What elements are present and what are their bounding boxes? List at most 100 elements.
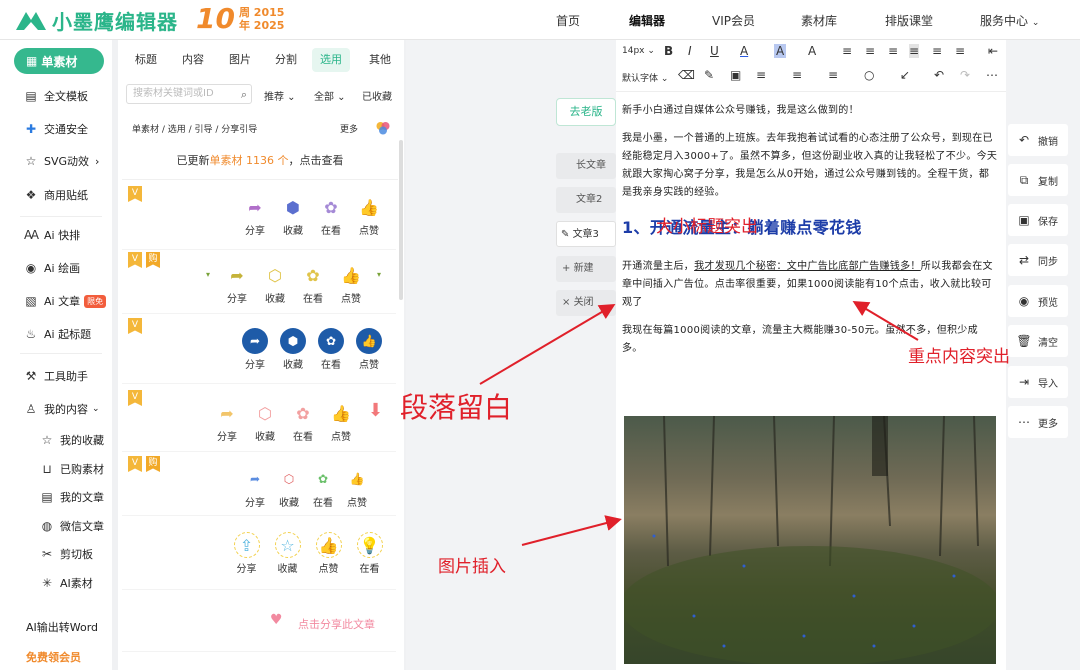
material-card[interactable]: V ➦ 分享 ⬢ 收藏 ✿ 在看 👍 点赞 <box>122 318 396 384</box>
divider-icon[interactable]: ≡ <box>756 68 766 82</box>
sidebar-item-ai-word[interactable]: AI输出转Word <box>26 619 98 635</box>
search-icon[interactable]: ⌕ <box>241 86 247 104</box>
share-button-group: ⇪ 分享 ☆ 收藏 👍 点赞 💡 在看 <box>226 532 390 575</box>
more-link[interactable]: 更多 <box>340 122 358 135</box>
sidebar-item-my-content[interactable]: ♙ 我的内容 ⌄ <box>24 401 100 417</box>
forest-photo[interactable] <box>620 415 1000 666</box>
material-card[interactable]: V ➦ 分享 ⬡ 收藏 ✿ 在看 👍 点赞 ⬇ <box>122 390 396 452</box>
search-input[interactable]: 搜索材关键词或ID ⌕ <box>126 84 252 104</box>
sidebar-item-purchased[interactable]: ⊔ 已购素材 <box>40 461 104 477</box>
sidebar-item-label: AI素材 <box>60 577 93 590</box>
nav-editor[interactable]: 编辑器 <box>629 12 665 29</box>
align-right-button[interactable]: ≡ <box>888 44 898 58</box>
save-button[interactable]: ▣ 保存 <box>1008 204 1068 236</box>
new-article-button[interactable]: + 新建 <box>556 256 616 282</box>
sidebar-item-stickers[interactable]: ❖ 商用贴纸 <box>24 187 88 203</box>
update-notice[interactable]: 已更新单素材 1136 个，点击查看 <box>122 142 398 180</box>
material-card[interactable]: V 购 ▾ ▾ ➦ 分享 ⬡ 收藏 ✿ 在看 👍 点赞 <box>122 252 396 314</box>
sidebar-item-ai-article[interactable]: ▧ Ai 文章 限免 <box>24 293 107 309</box>
tab-selected[interactable]: 选用 <box>312 48 350 72</box>
sidebar-item-tools[interactable]: ⚒ 工具助手 <box>24 368 88 384</box>
nav-service[interactable]: 服务中心 ⌄ <box>980 12 1039 29</box>
margin-icon[interactable]: ≡ <box>828 68 838 82</box>
font-size-select[interactable]: 14px ⌄ <box>622 46 655 56</box>
italic-button[interactable]: I <box>688 44 692 58</box>
preview-button[interactable]: ◉ 预览 <box>1008 285 1068 317</box>
sidebar-item-wechat[interactable]: ◍ 微信文章 <box>40 518 104 534</box>
sidebar-item-label: 剪切板 <box>60 548 93 561</box>
close-icon: × <box>562 297 574 308</box>
copy-button[interactable]: ⧉ 复制 <box>1008 164 1068 196</box>
button-label: 收藏 <box>277 564 298 575</box>
sync-button[interactable]: ⇄ 同步 <box>1008 244 1068 276</box>
text-effect-button[interactable]: A <box>808 44 816 58</box>
more-button[interactable]: ⋯ 更多 <box>1008 406 1068 438</box>
nav-course[interactable]: 排版课堂 <box>885 12 933 29</box>
undo-button[interactable]: ↶ 撤销 <box>1008 124 1068 156</box>
heart-icon: ♥ <box>270 612 283 628</box>
arrow-icon[interactable]: ↙ <box>900 68 910 82</box>
nav-vip[interactable]: VIP会员 <box>712 12 755 29</box>
filter-favorited[interactable]: 已收藏 <box>362 88 392 103</box>
nav-materials[interactable]: 素材库 <box>801 12 837 29</box>
color-palette-icon[interactable] <box>375 120 391 136</box>
close-article-button[interactable]: × 关闭 <box>556 290 616 316</box>
format-brush-icon[interactable]: ✎ <box>704 68 714 82</box>
filter-all[interactable]: 全部 ⌄ <box>314 88 346 103</box>
nav-home[interactable]: 首页 <box>556 12 580 29</box>
star-icon: ☆ <box>25 154 37 168</box>
image-icon[interactable]: ▣ <box>730 68 741 82</box>
old-version-button[interactable]: 去老版 <box>556 98 616 126</box>
sidebar-item-ai-materials[interactable]: ✳ AI素材 <box>40 575 93 591</box>
clear-button[interactable]: 🗑 清空 <box>1008 325 1068 357</box>
underline-button[interactable]: U <box>710 44 719 58</box>
align-center-button[interactable]: ≡ <box>865 44 875 58</box>
more-icon[interactable]: ⋯ <box>986 68 998 82</box>
align-left-button[interactable]: ≡ <box>842 44 852 58</box>
sidebar-item-free-vip[interactable]: 免费领会员 <box>26 649 81 665</box>
bold-button[interactable]: B <box>664 44 673 58</box>
material-card[interactable]: ♥ 点击分享此文章 <box>122 596 396 652</box>
import-button[interactable]: ⇥ 导入 <box>1008 366 1068 398</box>
spacing-icon[interactable]: ≡ <box>792 68 802 82</box>
logo[interactable]: 小墨鹰编辑器 <box>14 6 178 35</box>
exit-icon[interactable]: ⇤ <box>988 44 998 58</box>
tab-other[interactable]: 其他 <box>369 48 391 72</box>
sidebar-item-ai-layout[interactable]: Ꜳ Ai 快排 <box>24 227 80 243</box>
scrollbar[interactable] <box>399 140 403 300</box>
sidebar-item-traffic[interactable]: ✚ 交通安全 <box>24 121 88 137</box>
sidebar-item-svg[interactable]: ☆ SVG动效 › <box>24 153 100 169</box>
sidebar-item-my-articles[interactable]: ▤ 我的文章 <box>40 489 104 505</box>
filter-recommended[interactable]: 推荐 ⌄ <box>264 88 296 103</box>
article-tab[interactable]: 文章2 <box>556 187 616 213</box>
sidebar-item-clipboard[interactable]: ✂ 剪切板 <box>40 546 93 562</box>
tab-image[interactable]: 图片 <box>229 48 251 72</box>
annotation-paragraph: 段落留白 <box>400 391 513 424</box>
sidebar-item-favorites[interactable]: ☆ 我的收藏 <box>40 432 104 448</box>
tab-content[interactable]: 内容 <box>182 48 204 72</box>
article-tab[interactable]: 长文章 <box>556 153 616 179</box>
bulb-icon[interactable]: ○ <box>864 68 874 82</box>
button-label: 分享 <box>217 432 237 443</box>
undo-icon[interactable]: ↶ <box>934 68 944 82</box>
eraser-icon[interactable]: ⌫ <box>678 68 695 82</box>
anniversary-line-1: 周 2015 <box>238 6 285 19</box>
sidebar-item-ai-paint[interactable]: ◉ Ai 绘画 <box>24 260 80 276</box>
font-family-select[interactable]: 默认字体 ⌄ <box>622 71 668 84</box>
material-card[interactable]: V 购 ➦ 分享 ⬡ 收藏 ✿ 在看 👍 点赞 <box>122 456 396 516</box>
more-icon: ⋯ <box>1018 415 1030 429</box>
article-tab-active[interactable]: ✎ 文章3 <box>556 221 616 247</box>
redo-icon[interactable]: ↷ <box>960 68 970 82</box>
highlight-button[interactable]: A <box>774 44 787 58</box>
tab-divider[interactable]: 分割 <box>275 48 297 72</box>
sidebar-item-single-material[interactable]: ▦ 单素材 <box>14 48 104 74</box>
sidebar-item-templates[interactable]: ▤ 全文模板 <box>24 88 88 104</box>
justify-button[interactable]: ≡ <box>909 44 920 58</box>
line-height-button[interactable]: ≡ <box>955 44 965 58</box>
material-card[interactable]: V ➦ 分享 ⬢ 收藏 ✿ 在看 👍 点赞 <box>122 186 396 250</box>
sidebar-item-ai-title[interactable]: ♨ Ai 起标题 <box>24 326 91 342</box>
tab-title[interactable]: 标题 <box>135 48 157 72</box>
indent-button[interactable]: ≡ <box>932 44 942 58</box>
font-color-button[interactable]: A <box>740 44 748 58</box>
material-card[interactable]: ⇪ 分享 ☆ 收藏 👍 点赞 💡 在看 <box>122 520 396 590</box>
